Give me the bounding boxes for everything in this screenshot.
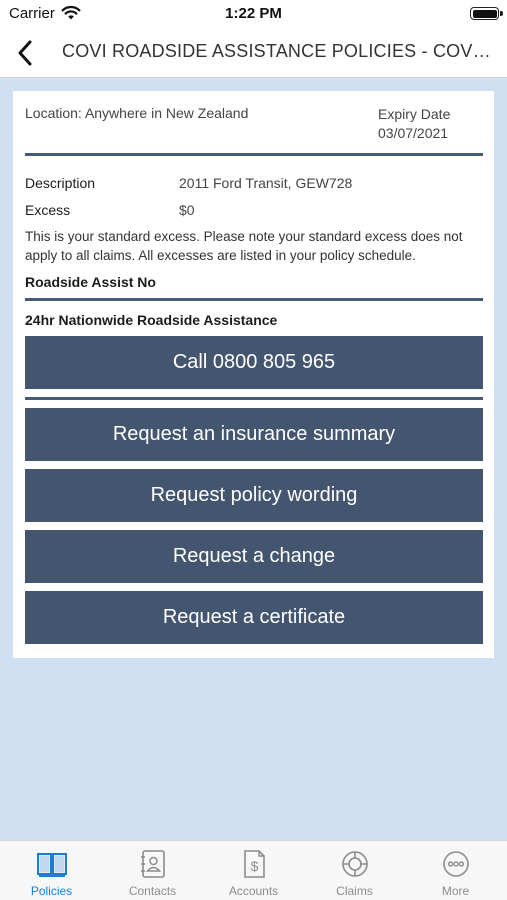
status-bar: Carrier 1:22 PM [0,0,507,28]
description-label: Description [25,175,96,191]
dollar-document-icon: $ [243,850,265,878]
more-icon [442,851,469,877]
page-title: COVI ROADSIDE ASSISTANCE POLICIES - COVI… [62,41,494,61]
clock: 1:22 PM [225,5,282,22]
request-policy-wording-button[interactable]: Request policy wording [25,469,483,522]
divider [25,397,483,400]
excess-label: Excess [25,202,71,218]
svg-text:$: $ [250,858,258,874]
expiry-date: 03/07/2021 [378,125,449,141]
call-button[interactable]: Call 0800 805 965 [25,336,483,389]
excess-note: This is your standard excess. Please not… [25,229,463,263]
lifebuoy-icon [341,851,368,877]
tab-policies[interactable]: Policies [1,841,102,900]
excess-value: $0 [179,202,195,218]
tab-label: Claims [336,884,373,898]
expiry-block: Expiry Date 03/07/2021 [378,105,450,143]
policy-card: Location: Anywhere in New Zealand Expiry… [13,91,494,658]
request-insurance-summary-button[interactable]: Request an insurance summary [25,408,483,461]
description-value: 2011 Ford Transit, GEW728 [179,175,353,191]
expiry-label: Expiry Date [378,106,451,122]
tab-label: Contacts [128,884,177,898]
book-icon [36,853,67,877]
request-change-button[interactable]: Request a change [25,530,483,583]
tab-accounts[interactable]: $ Accounts [203,841,304,900]
divider [25,153,483,156]
chevron-left-icon [18,40,32,66]
tab-label: More [441,884,470,898]
tab-label: Policies [30,884,73,898]
roadside-assist-label: Roadside Assist No [25,274,156,290]
tab-claims[interactable]: Claims [304,841,405,900]
tab-label: Accounts [228,884,279,898]
request-certificate-button[interactable]: Request a certificate [25,591,483,644]
divider [25,298,483,301]
battery-icon [470,7,503,20]
location-text: Location: Anywhere in New Zealand [25,105,249,121]
tab-bar: Policies Contacts $ Accounts Claims More [0,840,507,900]
tab-contacts[interactable]: Contacts [102,841,203,900]
back-button[interactable] [8,34,42,72]
tab-more[interactable]: More [405,841,506,900]
navigation-bar: COVI ROADSIDE ASSISTANCE POLICIES - COVI… [0,28,507,78]
nationwide-label: 24hr Nationwide Roadside Assistance [25,312,278,328]
contact-card-icon [140,850,165,878]
